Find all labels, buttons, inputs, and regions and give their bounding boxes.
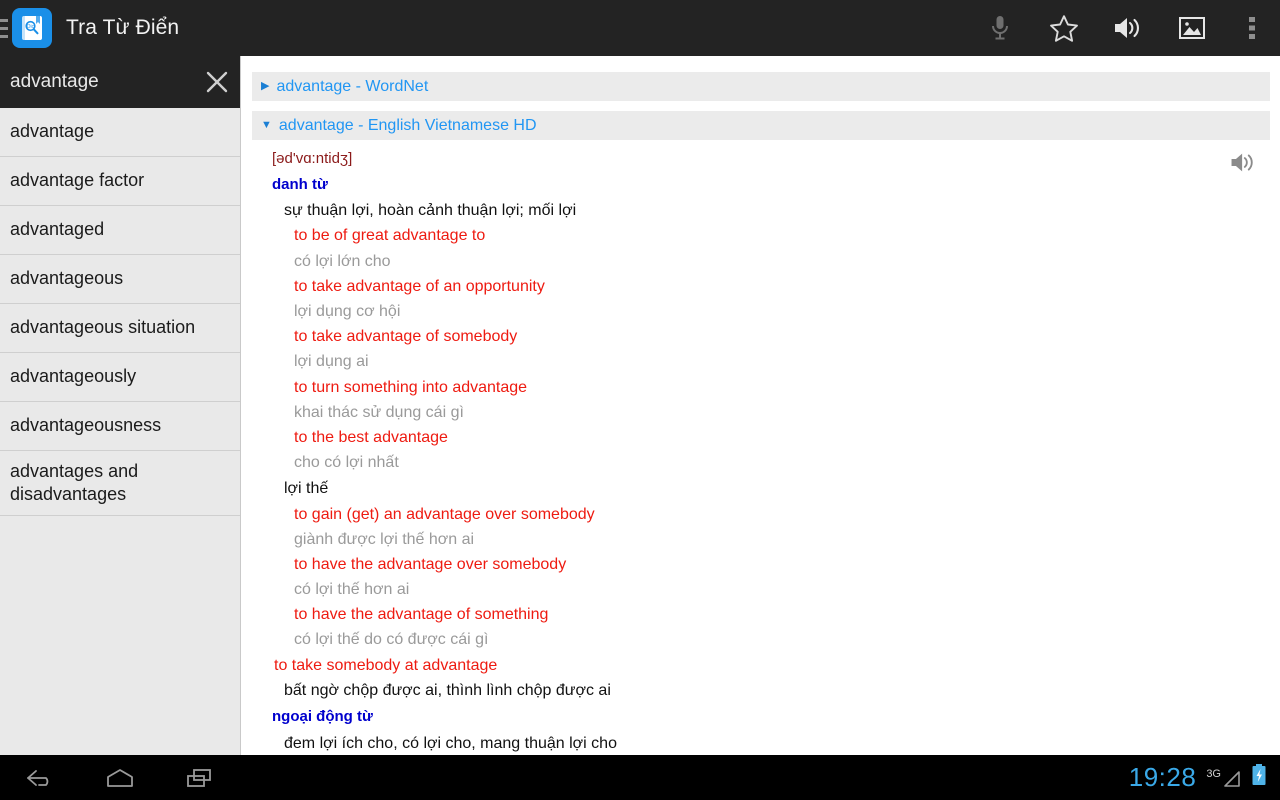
- example-en: to the best advantage: [294, 428, 448, 446]
- pronounce-button[interactable]: [1228, 150, 1258, 180]
- suggestion-list: advantage advantage factor advantaged ad…: [0, 108, 240, 516]
- list-item[interactable]: advantages and disadvantages: [0, 451, 240, 516]
- dictionary-app-window: Dic Tra Từ Điển advantage advantage adva…: [0, 0, 1280, 800]
- close-x-icon: [206, 71, 228, 93]
- recents-button[interactable]: [160, 755, 240, 800]
- definition-pane: ▶ advantage - WordNet ▼ advantage - Engl…: [242, 56, 1280, 755]
- clear-search-button[interactable]: [194, 56, 240, 108]
- example-en: to take advantage of somebody: [294, 328, 518, 346]
- search-input[interactable]: advantage: [10, 71, 194, 93]
- network-type-label: 3G: [1206, 767, 1221, 780]
- recents-icon: [187, 768, 211, 787]
- app-title: Tra Từ Điển: [66, 16, 180, 39]
- voice-search-button[interactable]: [968, 0, 1032, 56]
- example-vi: lợi dụng ai: [294, 353, 369, 371]
- search-bar[interactable]: advantage: [0, 56, 240, 108]
- example-en: to gain (get) an advantage over somebody: [294, 505, 595, 523]
- phonetic-transcription: [əd'vɑ:ntidʒ]: [272, 150, 353, 167]
- more-vertical-icon: [1249, 17, 1255, 39]
- example-vi: khai thác sử dụng cái gì: [294, 403, 464, 421]
- home-icon: [107, 768, 133, 787]
- part-of-speech: ngoại động từ: [272, 708, 373, 725]
- part-of-speech: danh từ: [272, 175, 328, 193]
- example-vi: lợi dụng cơ hội: [294, 303, 401, 320]
- image-button[interactable]: [1160, 0, 1224, 56]
- microphone-icon: [992, 16, 1008, 40]
- example-en: to turn something into advantage: [294, 378, 528, 396]
- example-en: to take somebody at advantage: [274, 656, 498, 674]
- example-vi: cho có lợi nhất: [294, 454, 399, 472]
- definition: đem lợi ích cho, có lợi cho, mang thuận …: [284, 734, 617, 752]
- section-header-wordnet[interactable]: ▶ advantage - WordNet: [252, 72, 1270, 101]
- overflow-button[interactable]: [1224, 0, 1280, 56]
- back-button[interactable]: [0, 755, 80, 800]
- example-en: to have the advantage over somebody: [294, 555, 567, 573]
- example-en: to take advantage of an opportunity: [294, 277, 545, 295]
- list-item[interactable]: advantageous: [0, 255, 240, 304]
- back-arrow-icon: [27, 769, 49, 786]
- list-item[interactable]: advantaged: [0, 206, 240, 255]
- chevron-down-icon: ▼: [261, 119, 272, 131]
- definition: lợi thế: [284, 480, 329, 498]
- speak-button[interactable]: [1096, 0, 1160, 56]
- signal-triangle-icon: [1224, 770, 1240, 787]
- list-item[interactable]: advantageously: [0, 353, 240, 402]
- svg-text:Dic: Dic: [27, 24, 35, 30]
- example-vi: có lợi thế do có được cái gì: [294, 631, 489, 649]
- section-header-english-vietnamese-hd[interactable]: ▼ advantage - English Vietnamese HD: [252, 111, 1270, 140]
- example-vi: bất ngờ chộp được ai, thình lình chộp đư…: [284, 681, 611, 699]
- example-vi: giành được lợi thế hơn ai: [294, 530, 475, 548]
- home-button[interactable]: [80, 755, 160, 800]
- action-bar: Dic Tra Từ Điển: [0, 0, 1280, 56]
- battery-charging-icon: [1252, 764, 1266, 785]
- status-clock: 19:28: [1128, 762, 1197, 792]
- example-en: to have the advantage of something: [294, 606, 549, 624]
- definition: sự thuận lợi, hoàn cảnh thuận lợi; mối l…: [284, 202, 577, 220]
- app-icon: Dic: [12, 8, 52, 48]
- list-item[interactable]: advantage: [0, 108, 240, 157]
- signal-indicator: 3G: [1206, 767, 1242, 789]
- picture-icon: [1179, 17, 1205, 39]
- speaker-icon: [1115, 18, 1139, 38]
- dictionary-entry: [əd'vɑ:ntidʒ] danh từ sự thuận lợi, hoàn…: [242, 140, 1280, 755]
- battery-indicator: [1250, 762, 1268, 793]
- hamburger-menu-icon[interactable]: [0, 0, 8, 56]
- speaker-icon: [1231, 153, 1253, 172]
- section-title: advantage - WordNet: [276, 77, 429, 95]
- star-outline-icon: [1050, 14, 1078, 42]
- list-item[interactable]: advantageousness: [0, 402, 240, 451]
- sidebar: advantage advantage advantage factor adv…: [0, 56, 241, 755]
- list-item[interactable]: advantageous situation: [0, 304, 240, 353]
- favorite-button[interactable]: [1032, 0, 1096, 56]
- example-en: to be of great advantage to: [294, 227, 486, 245]
- example-vi: có lợi lớn cho: [294, 252, 391, 270]
- chevron-right-icon: ▶: [261, 80, 270, 92]
- system-navigation-bar: 19:28 3G: [0, 755, 1280, 800]
- example-vi: có lợi thế hơn ai: [294, 581, 410, 599]
- list-item[interactable]: advantage factor: [0, 157, 240, 206]
- section-title: advantage - English Vietnamese HD: [278, 116, 537, 134]
